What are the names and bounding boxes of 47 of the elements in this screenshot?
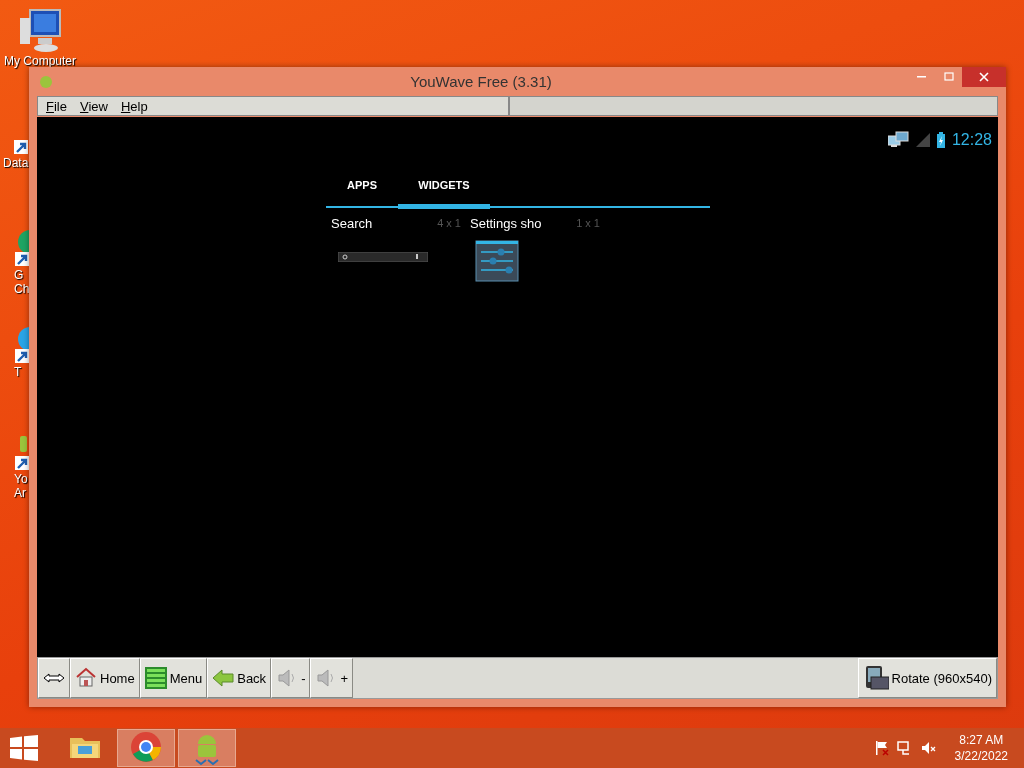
- signal-icon: [915, 133, 930, 147]
- widget-size: 4 x 1: [437, 217, 462, 229]
- muted-speaker-icon[interactable]: [920, 740, 937, 756]
- resize-button[interactable]: [38, 658, 70, 698]
- icon-label: Ar: [13, 486, 26, 500]
- icon-label: Data: [2, 156, 29, 170]
- shortcut-icon: [14, 228, 30, 268]
- icon-label: Yo: [13, 472, 28, 486]
- minimize-icon: [917, 76, 926, 78]
- widget-name: Search: [331, 215, 373, 231]
- battery-icon: [935, 132, 946, 148]
- back-button[interactable]: Back: [207, 658, 272, 698]
- taskbar-app-button[interactable]: [117, 729, 175, 767]
- clock-time: 8:27 AM: [959, 732, 1004, 748]
- shortcut-icon: [14, 140, 30, 156]
- menu-item[interactable]: View: [79, 98, 115, 114]
- search-widget-preview[interactable]: [338, 252, 428, 262]
- menu-item[interactable]: File: [46, 98, 74, 114]
- shortcut-icon: [14, 325, 30, 365]
- menu-button[interactable]: Menu: [139, 658, 208, 698]
- rotate-button[interactable]: Rotate (960x540): [857, 658, 997, 698]
- close-button[interactable]: [962, 67, 1006, 87]
- home-button[interactable]: Home: [70, 658, 140, 698]
- back-arrow-icon: [212, 667, 235, 689]
- flag-icon[interactable]: [874, 740, 889, 756]
- widget-size: 1 x 1: [576, 217, 601, 229]
- icon-label: G: [13, 268, 24, 282]
- volume-button[interactable]: -: [271, 658, 311, 698]
- settings-widget-preview[interactable]: [475, 240, 519, 282]
- maximize-icon: [943, 72, 954, 82]
- menu-item[interactable]: Help: [120, 98, 155, 114]
- icon-label: Ch: [13, 282, 30, 296]
- icon-label: My Computer: [4, 54, 76, 68]
- windows-logo-icon: [10, 735, 38, 761]
- status-time: 12:28: [951, 131, 992, 149]
- window-title: YouWave Free (3.31): [409, 73, 553, 90]
- icon-label: T: [13, 365, 22, 379]
- close-icon: [979, 72, 989, 82]
- menu-icon: [144, 667, 167, 689]
- house-icon: [75, 667, 97, 689]
- tab[interactable]: APPS: [326, 169, 398, 209]
- tab[interactable]: WIDGETS: [398, 169, 490, 209]
- android-icon: [38, 73, 54, 90]
- network-icon: [887, 131, 910, 149]
- clock-date: 3/22/2022: [954, 748, 1008, 764]
- widget-name: Settings sho: [470, 215, 542, 231]
- volume-button[interactable]: +: [310, 658, 354, 698]
